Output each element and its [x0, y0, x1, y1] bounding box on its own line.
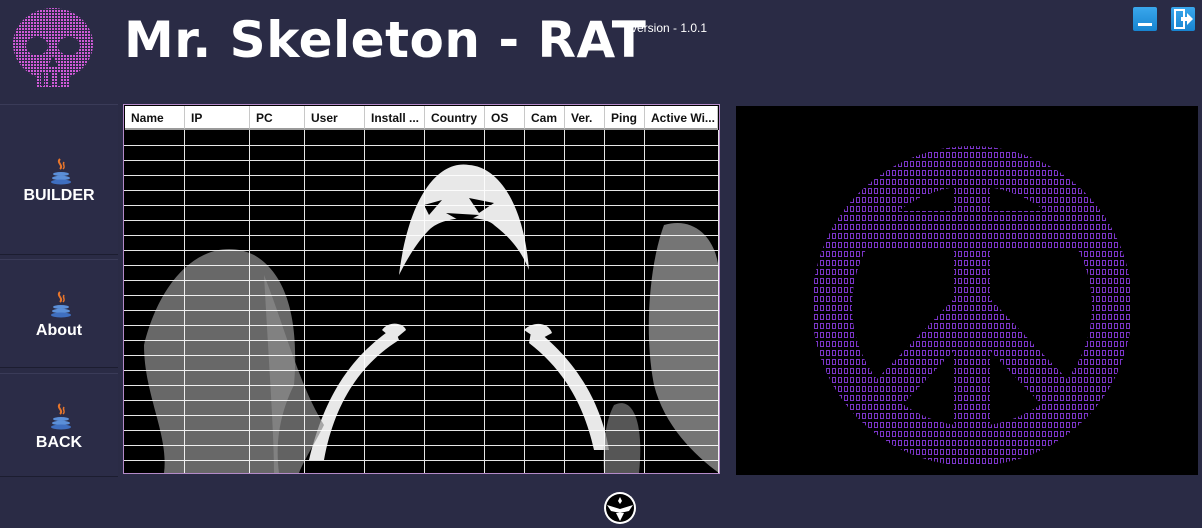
- app-title: Mr. Skeleton - RAT: [124, 11, 647, 69]
- column-header-ping[interactable]: Ping: [605, 106, 645, 130]
- column-header-os[interactable]: OS: [485, 106, 525, 130]
- column-header-pc[interactable]: PC: [250, 106, 305, 130]
- java-icon: [51, 291, 71, 318]
- ascii-art-panel: [736, 106, 1198, 475]
- back-label: BACK: [35, 434, 83, 451]
- column-header-name[interactable]: Name: [125, 106, 185, 130]
- column-header-ip[interactable]: IP: [185, 106, 250, 130]
- column-header-install[interactable]: Install ...: [365, 106, 425, 130]
- minimize-button[interactable]: [1133, 7, 1157, 31]
- about-button[interactable]: About: [0, 259, 118, 368]
- column-header-cam[interactable]: Cam: [525, 106, 565, 130]
- column-header-active-window[interactable]: Active Wi...: [645, 106, 718, 130]
- exit-icon: [1174, 9, 1193, 29]
- table-gridlines: [124, 130, 719, 473]
- builder-label: BUILDER: [23, 187, 95, 204]
- java-icon: [51, 403, 71, 430]
- table-header: Name IP PC User Install ... Country OS C…: [125, 106, 718, 130]
- back-button[interactable]: BACK: [0, 373, 118, 477]
- eagle-emblem-icon: [604, 492, 636, 524]
- builder-button[interactable]: BUILDER: [0, 104, 118, 255]
- about-label: About: [35, 322, 83, 339]
- column-header-country[interactable]: Country: [425, 106, 485, 130]
- exit-button[interactable]: [1171, 7, 1195, 31]
- version-label: version - 1.0.1: [631, 21, 708, 35]
- skull-logo-icon: [13, 8, 93, 88]
- java-icon: [51, 158, 71, 185]
- column-header-user[interactable]: User: [305, 106, 365, 130]
- column-header-ver[interactable]: Ver.: [565, 106, 605, 130]
- ascii-peace-sign-image: [812, 146, 1132, 466]
- clients-table[interactable]: Name IP PC User Install ... Country OS C…: [123, 104, 720, 474]
